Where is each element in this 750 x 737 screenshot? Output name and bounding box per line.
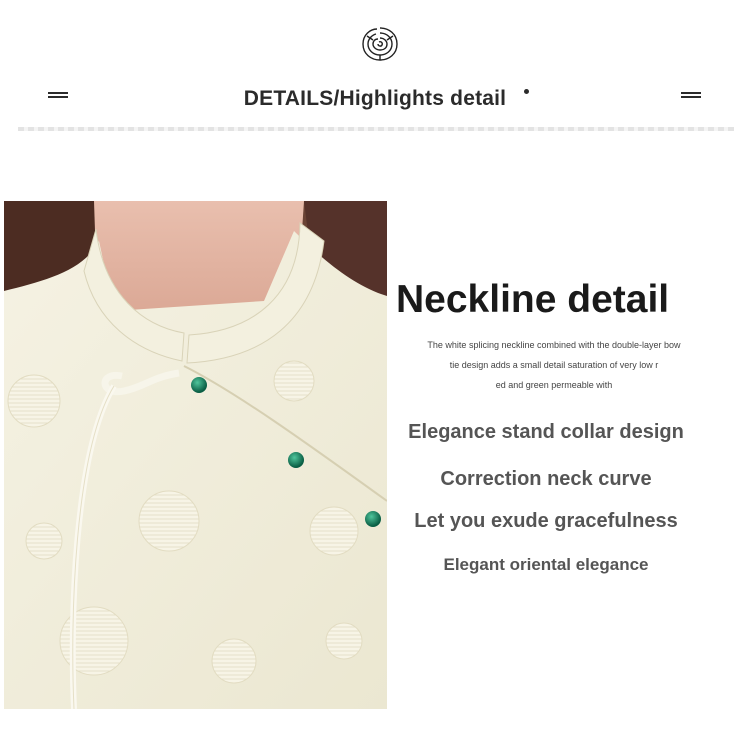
rose-logo-icon: [359, 24, 401, 64]
divider: [18, 127, 734, 131]
page-title: DETAILS/Highlights detail: [243, 87, 507, 110]
product-photo: [4, 201, 387, 709]
description-line: The white splicing neckline combined wit…: [427, 340, 681, 350]
dot-ornament: [524, 89, 529, 94]
description-line: tie design adds a small detail saturatio…: [449, 360, 659, 370]
feature-text: Correction neck curve: [440, 468, 652, 490]
description: The white splicing neckline combined wit…: [424, 335, 684, 395]
feature-text: Elegance stand collar design: [408, 421, 684, 443]
description-line: ed and green permeable with: [495, 380, 613, 390]
section-heading: Neckline detail: [396, 278, 670, 321]
feature-text: Let you exude gracefulness: [414, 510, 678, 532]
feature-text: Elegant oriental elegance: [443, 555, 649, 574]
